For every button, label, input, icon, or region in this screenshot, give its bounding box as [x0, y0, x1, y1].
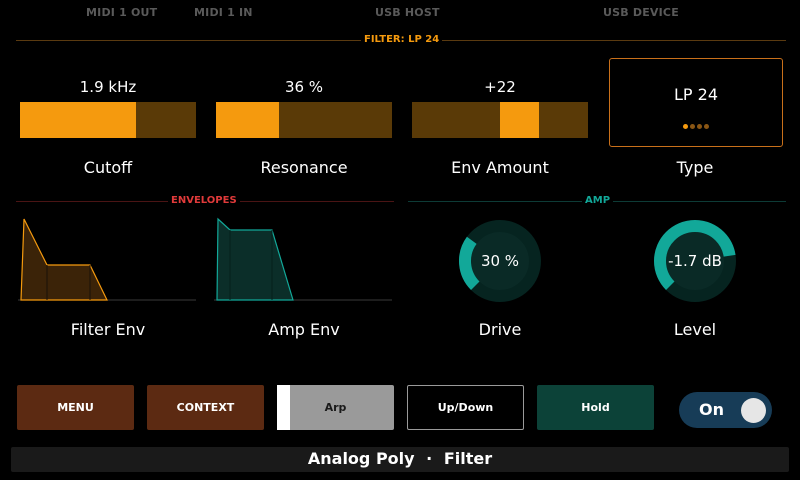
amp-env-label: Amp Env [268, 320, 340, 339]
drive-knob[interactable]: 30 % [459, 220, 541, 302]
filter-type-dot [704, 124, 709, 129]
cutoff-slider-fill [20, 102, 137, 138]
envelopes-section-title: ENVELOPES [168, 195, 240, 206]
amp-envelope-graph[interactable] [214, 216, 392, 302]
env-amount-slider-fill [500, 102, 539, 138]
level-value: -1.7 dB [668, 252, 722, 270]
filter-section-title: FILTER: LP 24 [361, 34, 443, 45]
filter-type-dot [683, 124, 688, 129]
filter-type-label: Type [676, 158, 714, 177]
filter-envelope-graph[interactable] [18, 216, 196, 302]
arp-button[interactable]: Arp [277, 385, 394, 430]
footer-separator: · [426, 449, 433, 468]
usb-host-indicator: USB HOST [375, 6, 440, 19]
level-label: Level [673, 320, 717, 339]
on-toggle-knob [741, 398, 766, 423]
usb-device-indicator: USB DEVICE [603, 6, 679, 19]
cutoff-slider[interactable] [20, 102, 196, 138]
cutoff-value: 1.9 kHz [79, 78, 137, 96]
env-amount-value: +22 [484, 78, 516, 96]
amp-section-title: AMP [582, 195, 614, 206]
hold-button[interactable]: Hold [537, 385, 654, 430]
midi-in-indicator: MIDI 1 IN [194, 6, 253, 19]
filter-env-label: Filter Env [70, 320, 146, 339]
on-toggle-label: On [699, 400, 724, 419]
amp-env-shape [216, 217, 294, 301]
filter-type-dot [697, 124, 702, 129]
resonance-label: Resonance [260, 158, 348, 177]
filter-env-shape [20, 218, 108, 301]
arp-button-label: Arp [324, 401, 347, 414]
drive-value: 30 % [480, 252, 520, 270]
context-button[interactable]: CONTEXT [147, 385, 264, 430]
cutoff-label: Cutoff [83, 158, 133, 177]
resonance-value: 36 % [284, 78, 324, 96]
level-knob[interactable]: -1.7 dB [654, 220, 736, 302]
filter-type-indicator [610, 114, 782, 133]
on-toggle[interactable]: On [679, 392, 772, 428]
filter-type-value: LP 24 [673, 85, 718, 104]
footer-bar: Analog Poly · Filter [11, 447, 789, 472]
filter-type-selector[interactable]: LP 24 [609, 58, 783, 147]
instrument-name: Analog Poly [307, 449, 415, 468]
updown-button[interactable]: Up/Down [407, 385, 524, 430]
arp-active-indicator [277, 385, 290, 430]
env-amount-label: Env Amount [451, 158, 549, 177]
env-amount-slider[interactable] [412, 102, 588, 138]
resonance-slider-fill [216, 102, 280, 138]
menu-button[interactable]: MENU [17, 385, 134, 430]
drive-label: Drive [478, 320, 522, 339]
resonance-slider[interactable] [216, 102, 392, 138]
page-name: Filter [443, 449, 493, 468]
filter-type-dot [690, 124, 695, 129]
midi-out-indicator: MIDI 1 OUT [86, 6, 158, 19]
